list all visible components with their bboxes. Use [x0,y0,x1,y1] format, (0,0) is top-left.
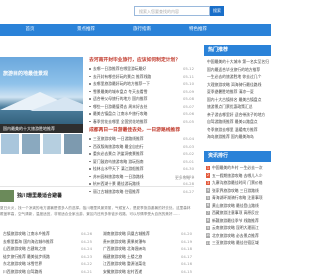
rank-item[interactable]: 7 西藏旅游注意事项 高原反应 [204,209,271,217]
list-item[interactable]: 去哪里看海 国内海边城市推荐 04-25 [0,238,92,246]
list-item[interactable]: 海岛旅游推荐 国内最美海岛 [204,133,271,141]
rank-item[interactable]: 6 黄山旅游攻略 最佳登山路线 [204,202,271,210]
news-rank-panel: 资讯排行 1 中国最美的乡村 一生必去一次 2 五一假期旅游攻略 去哪儿人少 3 九寨… [204,151,271,249]
list-item[interactable]: 山西旅游攻略 古建筑之旅 04-24 [0,245,92,253]
rank-item[interactable]: 5 青海湖环湖骑行攻略 注意事项 [204,194,271,202]
list-item[interactable]: 安徽旅游攻略 宏村西递 04-15 [100,268,192,275]
list-item[interactable]: 古镇旅游攻略 江南水乡推荐 04-26 [0,230,92,238]
rank-item[interactable]: 3 九寨沟旅游最佳时间 门票价格 [204,179,271,187]
rank-item[interactable]: 8 新疆旅游最佳季节 线路推荐 [204,217,271,225]
list-item[interactable]: 厦门鼓浪屿旅游攻略 游玩指南 05-01 [89,158,194,166]
more-link[interactable]: 更多攻略 > [175,175,195,181]
list-item[interactable]: 雪景最美的城市盘点 冬天去看雪 05-09 [89,88,194,96]
nav-item-attractions[interactable]: 景点推荐 [62,24,110,36]
feature-thumbnail[interactable] [0,190,14,202]
rank-number: 6 [206,203,210,208]
list-item[interactable]: 一生必去的旅游胜地 你去过几个 [204,73,271,81]
hot-recommend-title: 热门推荐 [204,45,271,56]
list-item[interactable]: 大理旅游攻略 洱海骑行最佳路线 [204,81,271,89]
list-item[interactable]: 三亚旅游攻略 一日游路线推荐 05-04 [89,135,194,143]
list-item[interactable]: 春季赏花去哪里 全国赏花地推荐 05-05 [89,118,194,126]
list-item[interactable]: 东北旅游攻略 冰雪世界 04-22 [0,260,92,268]
list-item[interactable]: 亲子游去哪里好 适合带孩子的地方 [204,111,271,119]
thumbnail[interactable] [42,133,62,155]
rank-number: 4 [206,188,210,193]
rank-number: 1 [206,165,210,170]
nav-item-guide[interactable]: 旅行指南 [118,24,166,36]
list-item[interactable]: 适合带父母旅行的地方 国内推荐 05-08 [89,95,194,103]
list-item[interactable]: 川西旅游攻略 自驾路线 04-21 [0,268,92,275]
rank-number: 11 [206,240,211,245]
news-rank-title: 资讯排行 [204,151,271,162]
feature-title[interactable]: 独川珊里最适合避暑 [17,192,62,199]
thumbnail[interactable] [63,133,83,155]
hot-recommend-list: 中国最美的十大城市 第一名实至名归 国内最适合毕业旅行的地方推荐 一生必去的旅游… [204,56,271,143]
nav-item-featured[interactable]: 特色推荐 [174,24,222,36]
list-item[interactable]: 去哪一日游推荐在哪里游玩最好 05-12 [89,65,194,73]
mountain-shape [30,97,83,111]
header: 搜索入您要查找的内容 搜索 [0,0,271,22]
rank-item[interactable]: 11 三亚旅游攻略 最佳住宿区域 [204,239,271,247]
list-item[interactable]: 国内十大古镇排名 最美古镇盘点 [204,96,271,104]
bottom-list-left: 古镇旅游攻略 江南水乡推荐 04-26 去哪里看海 国内海边城市推荐 04-25 山… [0,230,92,275]
list-item[interactable]: 夏季避暑胜地推荐 清凉一夏 [204,88,271,96]
list-item[interactable]: 广西旅游攻略 北海涠洲岛 04-18 [100,245,192,253]
thumbnail[interactable] [0,133,20,155]
slider-caption-bar[interactable]: 国内最美的十大旅游胜地推荐 [0,124,83,133]
news-headline[interactable]: 成都两日一日游最佳去处，一日游路线推荐 [89,127,194,135]
main-nav: 首页 景点推荐 旅行指南 特色推荐 [0,24,271,36]
news-headline[interactable]: 去河南开封毕业旅行，应该如何制定计划？ [89,57,194,65]
rank-item[interactable]: 2 五一假期旅游攻略 去哪儿人少 [204,172,271,180]
list-item[interactable]: 贵州旅游攻略 黄果树瀑布 04-19 [100,238,192,246]
feature-summary: 夏日炎炎，找一个凉爽的地方避暑是很多人的选择。独川珊里风景秀丽，气候宜人，是夏季… [0,206,191,216]
rank-number: 2 [206,173,210,178]
nav-item-home[interactable]: 首页 [6,24,54,36]
list-item[interactable]: 去哪里旅游最好玩的地方推荐一下 05-10 [89,80,194,88]
list-item[interactable]: 中国最美的十大城市 第一名实至名归 [204,58,271,66]
list-item[interactable]: 自驾游路线推荐 最美公路盘点 [204,118,271,126]
slider-image[interactable]: 旅游目的地最佳景观 [0,57,83,124]
list-item[interactable]: 桂林山水甲天下 漓江游船推荐 04-30 [89,165,194,173]
list-item[interactable]: 旅游景点门票优惠政策汇总 [204,103,271,111]
rank-number: 10 [206,233,211,238]
rank-item[interactable]: 4 张家界旅游攻略 三日游路线 [204,187,271,195]
list-item[interactable]: 去开封有哪些好玩的景点 推荐线路 05-11 [89,73,194,81]
rank-number: 7 [206,210,210,215]
rank-number: 5 [206,195,210,200]
thumbnail[interactable] [21,133,41,155]
hot-recommend-panel: 热门推荐 中国最美的十大城市 第一名实至名归 国内最适合毕业旅行的地方推荐 一生… [204,45,271,143]
list-item[interactable]: 徒步旅行推荐 最美徒步线路 04-23 [0,253,92,261]
list-item[interactable]: 冬季旅游去哪里 温暖南方推荐 [204,126,271,134]
rank-item[interactable]: 10 北京旅游攻略 必去景点推荐 [204,232,271,240]
feature-article: 独川珊里最适合避暑 夏日炎炎，找一个凉爽的地方避暑是很多人的选择。独川珊里风景秀… [0,186,194,234]
list-item[interactable]: 哪些一日游最值得去 周末好去处 05-07 [89,103,194,111]
bottom-list-right: 湖南旅游攻略 凤凰古城推荐 04-20 贵州旅游攻略 黄果树瀑布 04-19 广西旅… [100,230,192,275]
list-item[interactable]: 重庆必去景点 洪崖洞夜景推荐 05-02 [89,150,194,158]
slider-thumbnails [0,133,83,155]
rank-number: 9 [206,225,210,230]
rank-item[interactable]: 9 云南旅游攻略 昆明大理丽江 [204,224,271,232]
rank-number: 8 [206,218,210,223]
search-button[interactable]: 搜索 [210,6,224,16]
list-item[interactable]: 国内最适合毕业旅行的地方推荐 [204,66,271,74]
news-rank-list: 1 中国最美的乡村 一生必去一次 2 五一假期旅游攻略 去哪儿人少 3 九寨沟旅游最佳… [204,162,271,249]
rank-item[interactable]: 1 中国最美的乡村 一生必去一次 [204,164,271,172]
rank-number: 3 [206,180,210,185]
slider-caption: 旅游目的地最佳景观 [3,71,49,77]
list-item[interactable]: 湖南旅游攻略 凤凰古城推荐 04-20 [100,230,192,238]
list-item[interactable]: 西双版纳旅游攻略 最全自由行 05-03 [89,143,194,151]
search-input[interactable]: 搜索入您要查找的内容 [134,6,210,16]
list-item[interactable]: 江西旅游攻略 婺源油菜花 04-16 [100,260,192,268]
list-item[interactable]: 最美古镇盘点 江南水乡旅行攻略 05-06 [89,110,194,118]
list-item[interactable]: 福建旅游攻略 土楼之旅 04-17 [100,253,192,261]
